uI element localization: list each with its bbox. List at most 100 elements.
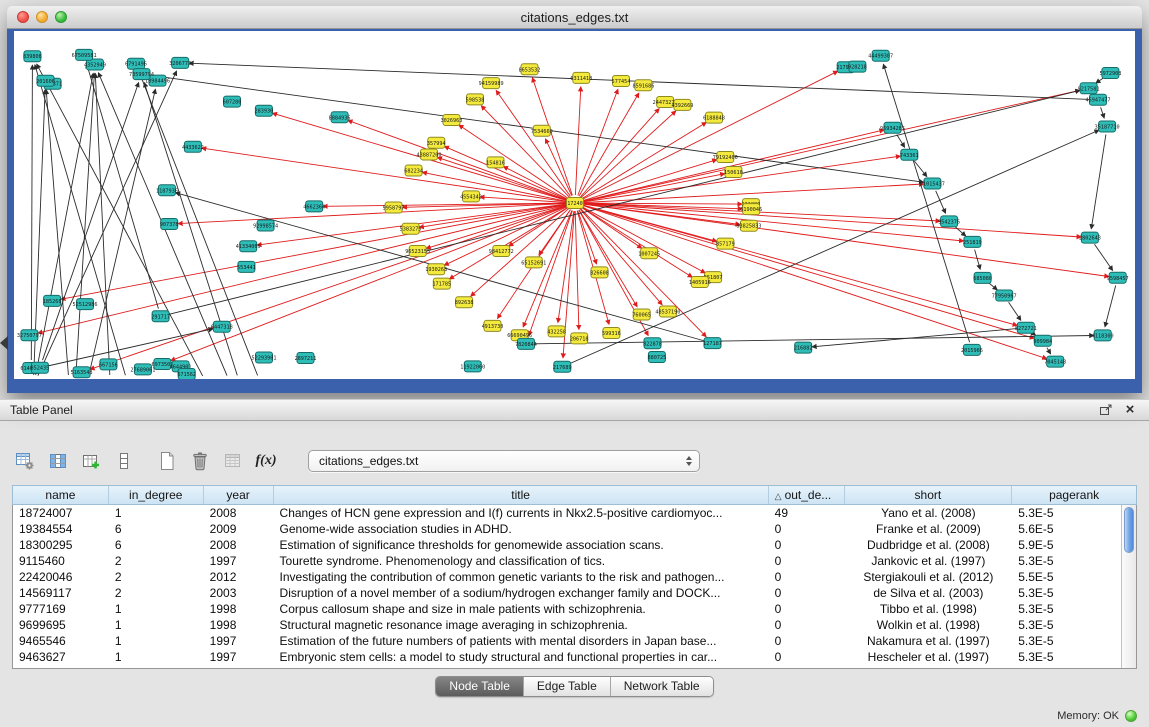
- svg-text:671562: 671562: [177, 372, 196, 378]
- svg-text:41334069: 41334069: [236, 244, 261, 250]
- svg-text:32750797: 32750797: [17, 333, 42, 339]
- window-titlebar[interactable]: citations_edges.txt: [7, 6, 1142, 29]
- delete-table-icon[interactable]: [187, 449, 213, 473]
- table-type-tabs: Node Table Edge Table Network Table: [435, 676, 713, 697]
- svg-text:4118300: 4118300: [1092, 333, 1114, 339]
- column-header-name[interactable]: name: [13, 486, 109, 504]
- svg-text:77950967: 77950967: [992, 294, 1017, 300]
- close-window-button[interactable]: [17, 11, 29, 23]
- function-builder-label: f(x): [256, 453, 277, 469]
- svg-text:17240: 17240: [567, 201, 583, 207]
- cell-out_degree: 0: [769, 650, 845, 664]
- sort-ascending-icon: △: [775, 491, 782, 501]
- table-row[interactable]: 911546021997Tourette syndrome. Phenomeno…: [13, 553, 1136, 569]
- svg-text:852435: 852435: [31, 366, 50, 372]
- panel-collapse-arrow-icon[interactable]: [0, 336, 8, 350]
- cell-year: 2008: [204, 538, 274, 552]
- svg-text:5972908: 5972908: [1099, 71, 1121, 77]
- svg-text:1405916: 1405916: [689, 280, 711, 286]
- svg-text:4392669: 4392669: [671, 103, 693, 109]
- svg-text:171785: 171785: [432, 282, 451, 288]
- column-header-pagerank[interactable]: pagerank: [1012, 486, 1136, 504]
- float-panel-icon[interactable]: [1097, 403, 1115, 417]
- cell-in_degree: 1: [109, 602, 204, 616]
- svg-text:67509581: 67509581: [72, 53, 97, 59]
- cell-in_degree: 1: [109, 650, 204, 664]
- cell-title: Disruption of a novel member of a sodium…: [274, 586, 769, 600]
- cell-short: Nakamura et al. (1997): [845, 634, 1013, 648]
- svg-text:682234: 682234: [404, 169, 423, 175]
- cell-year: 2003: [204, 586, 274, 600]
- cell-in_degree: 1: [109, 634, 204, 648]
- show-columns-icon[interactable]: [45, 449, 71, 473]
- memory-ok-icon[interactable]: [1125, 710, 1137, 722]
- new-column-icon[interactable]: [78, 449, 104, 473]
- table-row[interactable]: 946554611997Estimation of the future num…: [13, 633, 1136, 649]
- svg-text:2897211: 2897211: [295, 356, 317, 362]
- table-row[interactable]: 2242004622012Investigating the contribut…: [13, 569, 1136, 585]
- svg-text:5383275: 5383275: [400, 227, 422, 233]
- cell-year: 2008: [204, 506, 274, 520]
- svg-text:251819: 251819: [963, 240, 982, 246]
- table-row[interactable]: 977716911998Corpus callosum shape and si…: [13, 601, 1136, 617]
- table-row[interactable]: 1456911722003Disruption of a novel membe…: [13, 585, 1136, 601]
- cell-name: 18724007: [13, 506, 109, 520]
- rows-icon[interactable]: [111, 449, 137, 473]
- table-row[interactable]: 1938455462009Genome-wide association stu…: [13, 521, 1136, 537]
- cell-title: Tourette syndrome. Phenomenology and cla…: [274, 554, 769, 568]
- column-header-out_degree[interactable]: △out_de...: [769, 486, 845, 504]
- svg-text:760065: 760065: [632, 313, 651, 319]
- table-row[interactable]: 1872400712008Changes of HCN gene express…: [13, 505, 1136, 521]
- cell-name: 18300295: [13, 538, 109, 552]
- cell-in_degree: 2: [109, 586, 204, 600]
- table-settings-icon[interactable]: [12, 449, 38, 473]
- svg-text:11922060: 11922060: [460, 364, 485, 370]
- column-header-title[interactable]: title: [274, 486, 769, 504]
- vertical-scrollbar[interactable]: [1121, 505, 1136, 668]
- cell-title: Corpus callosum shape and size in male p…: [274, 602, 769, 616]
- cell-year: 1998: [204, 618, 274, 632]
- table-row[interactable]: 1830029562008Estimation of significance …: [13, 537, 1136, 553]
- svg-text:880725: 880725: [648, 355, 667, 361]
- svg-text:6188848: 6188848: [703, 116, 725, 122]
- tab-network-table[interactable]: Network Table: [610, 677, 713, 696]
- table-row[interactable]: 946362711997Embryonic stem cells: a mode…: [13, 649, 1136, 665]
- svg-text:73599794: 73599794: [129, 72, 154, 78]
- tab-edge-table[interactable]: Edge Table: [523, 677, 610, 696]
- table-selector-value: citations_edges.txt: [319, 454, 418, 468]
- table-panel-header: Table Panel ×: [0, 399, 1149, 421]
- network-canvas[interactable]: 6311418577454859168624473270439266961888…: [14, 31, 1135, 379]
- cell-name: 19384554: [13, 522, 109, 536]
- cell-title: Embryonic stem cells: a model to study s…: [274, 650, 769, 664]
- zoom-window-button[interactable]: [55, 11, 67, 23]
- column-header-year[interactable]: year: [204, 486, 274, 504]
- cell-out_degree: 0: [769, 602, 845, 616]
- function-builder-button[interactable]: f(x): [253, 449, 279, 473]
- tab-node-table[interactable]: Node Table: [436, 677, 523, 696]
- table-selector[interactable]: citations_edges.txt: [308, 450, 700, 472]
- svg-text:154816: 154816: [486, 160, 505, 166]
- svg-text:96523155: 96523155: [405, 249, 430, 255]
- cell-year: 1997: [204, 650, 274, 664]
- svg-text:21015437: 21015437: [920, 182, 945, 188]
- cell-pagerank: 5.3E-5: [1012, 602, 1136, 616]
- svg-text:201606: 201606: [36, 79, 55, 85]
- network-view-frame: 6311418577454859168624473270439266961888…: [7, 29, 1142, 392]
- svg-text:9598457: 9598457: [1107, 276, 1129, 282]
- new-document-icon[interactable]: [154, 449, 180, 473]
- svg-text:4662364: 4662364: [303, 204, 325, 210]
- cell-pagerank: 5.3E-5: [1012, 586, 1136, 600]
- svg-text:83825833: 83825833: [736, 224, 761, 230]
- svg-text:48537190: 48537190: [655, 310, 680, 316]
- table-body: 1872400712008Changes of HCN gene express…: [12, 505, 1137, 669]
- svg-text:1007245: 1007245: [638, 251, 660, 257]
- column-header-in_degree[interactable]: in_degree: [109, 486, 204, 504]
- svg-text:822878: 822878: [643, 341, 662, 347]
- cell-short: Yano et al. (2008): [845, 506, 1013, 520]
- scrollbar-thumb[interactable]: [1124, 507, 1134, 553]
- table-row[interactable]: 969969511998Structural magnetic resonanc…: [13, 617, 1136, 633]
- close-panel-icon[interactable]: ×: [1121, 403, 1139, 417]
- column-header-short[interactable]: short: [845, 486, 1013, 504]
- svg-text:127187: 127187: [703, 341, 722, 347]
- minimize-window-button[interactable]: [36, 11, 48, 23]
